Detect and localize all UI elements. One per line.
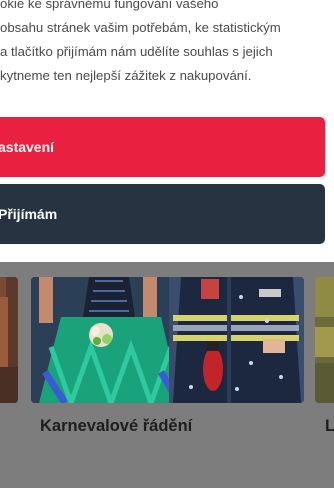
consent-text-line: a tlačítko přijímám nám udělíte souhlas …: [0, 44, 273, 59]
cookie-consent-dialog: okie ke správnému fungování vašeho obsahu…: [0, 0, 334, 262]
cookie-consent-text: okie ke správnému fungování vašeho obsahu…: [0, 0, 334, 88]
cookie-settings-label: astavení: [0, 139, 55, 155]
cookie-settings-button[interactable]: astavení: [0, 117, 325, 177]
accept-cookies-label: Přijímám: [0, 206, 58, 222]
category-title[interactable]: Karnevalové řádění: [40, 417, 192, 436]
accept-cookies-button[interactable]: Přijímám: [0, 184, 325, 244]
category-image-previous: [0, 277, 18, 403]
consent-text-line: okie ke správnému fungování vašeho: [0, 0, 219, 11]
consent-text-line: obsahu stránek vašim potřebám, ke statis…: [0, 20, 281, 35]
category-image-carnival[interactable]: [31, 277, 304, 403]
category-title-next[interactable]: L: [325, 417, 334, 436]
consent-text-line: kytneme ten nejlepší zážitek z nakupován…: [0, 68, 252, 83]
category-image-next: [315, 277, 334, 403]
